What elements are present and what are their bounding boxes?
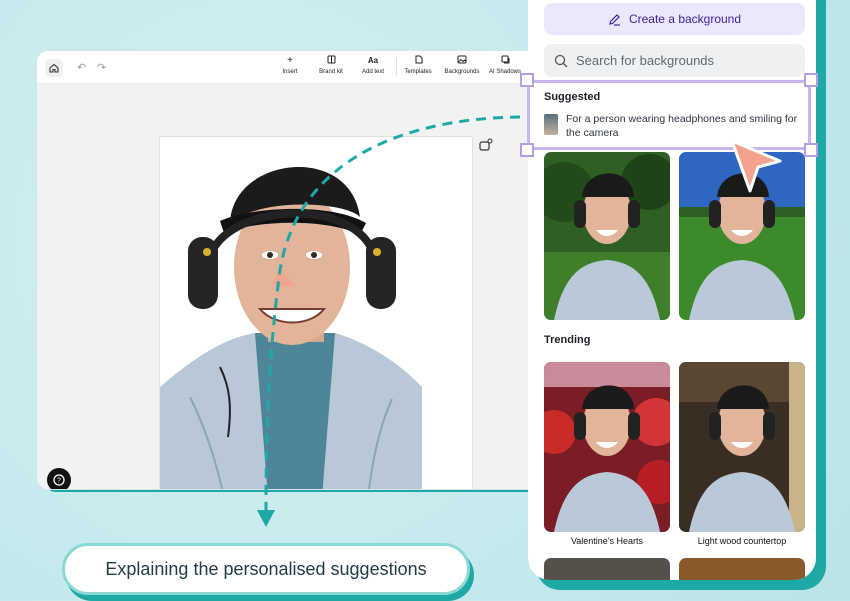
cursor-arrow-icon — [730, 139, 782, 193]
caption-text: Explaining the personalised suggestions — [105, 558, 427, 579]
annotation-arrow — [257, 115, 521, 527]
caption-pill: Explaining the personalised suggestions — [62, 543, 470, 595]
